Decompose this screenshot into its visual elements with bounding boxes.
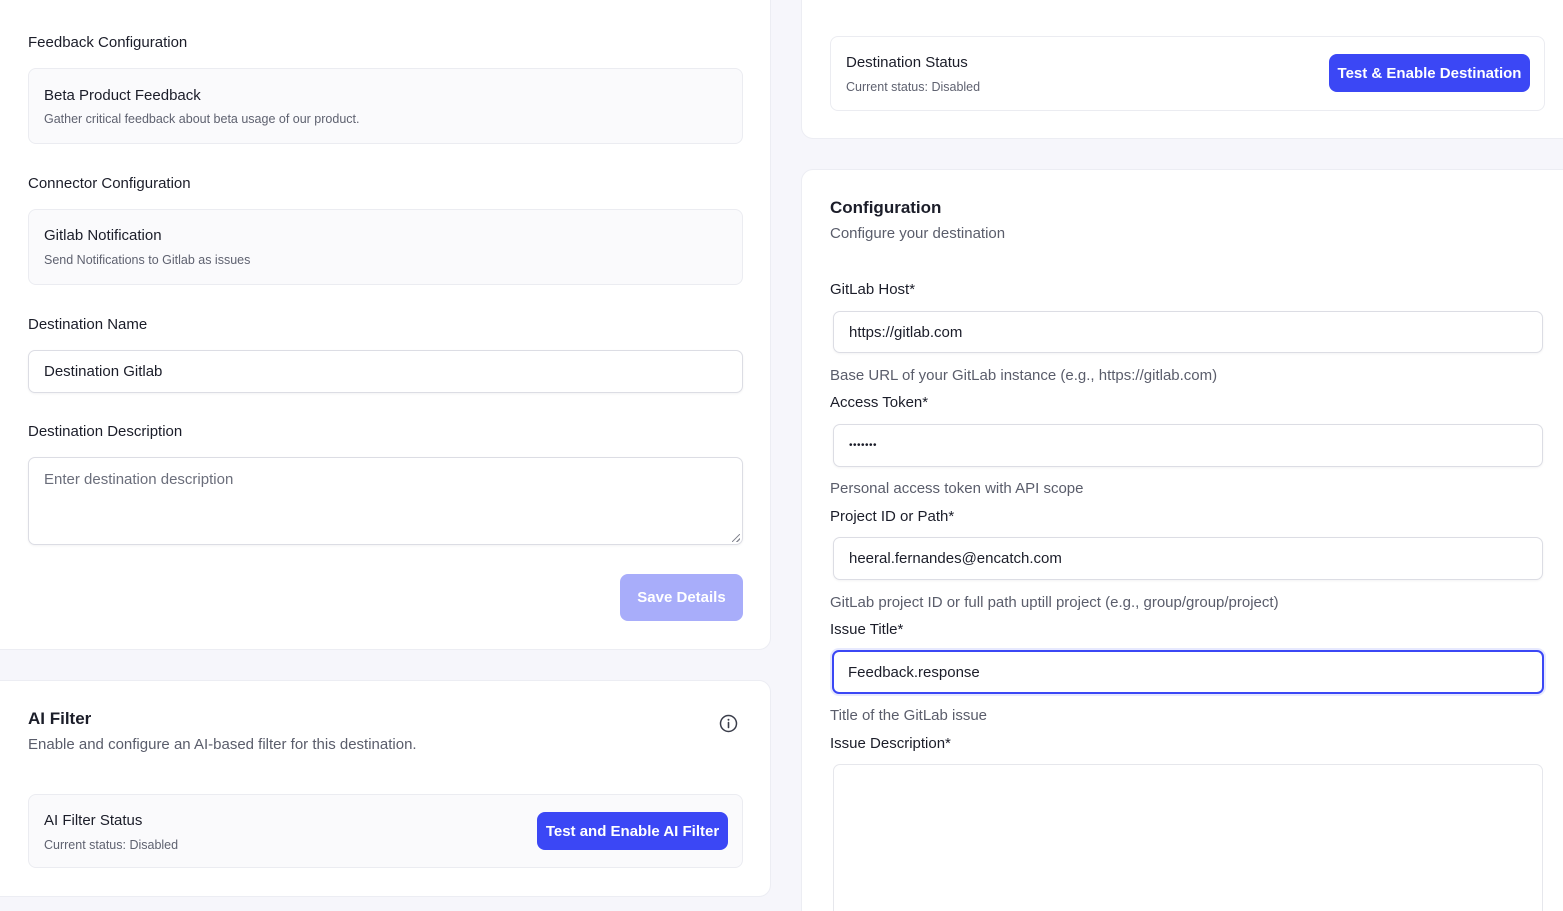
access-token-label: Access Token* xyxy=(830,394,929,411)
project-id-input[interactable]: heeral.fernandes@encatch.com xyxy=(833,537,1543,580)
save-details-button[interactable]: Save Details xyxy=(620,574,743,621)
issue-title-label: Issue Title* xyxy=(830,621,904,638)
access-token-input[interactable]: ••••••• xyxy=(833,424,1543,467)
connector-configuration-label: Connector Configuration xyxy=(28,175,191,192)
ai-filter-status-sub: Current status: Disabled xyxy=(44,838,179,852)
resize-handle[interactable] xyxy=(732,534,740,542)
feedback-subtitle: Gather critical feedback about beta usag… xyxy=(44,112,360,126)
destination-status-box: Destination Status Current status: Disab… xyxy=(830,36,1545,111)
feedback-configuration-label: Feedback Configuration xyxy=(28,34,188,51)
connector-title: Gitlab Notification xyxy=(44,227,162,244)
access-token-help: Personal access token with API scope xyxy=(830,480,1084,497)
test-enable-ai-filter-button[interactable]: Test and Enable AI Filter xyxy=(537,812,728,850)
issue-title-help: Title of the GitLab issue xyxy=(830,707,988,724)
ai-filter-status-box: AI Filter Status Current status: Disable… xyxy=(28,794,743,868)
test-enable-destination-button[interactable]: Test & Enable Destination xyxy=(1329,54,1530,92)
destination-description-textarea[interactable]: Enter destination description xyxy=(28,457,743,545)
destination-status-sub: Current status: Disabled xyxy=(846,80,981,94)
project-id-label: Project ID or Path* xyxy=(830,508,955,525)
feedback-configuration-box: Beta Product Feedback Gather critical fe… xyxy=(28,68,743,144)
ai-filter-title: AI Filter xyxy=(28,709,92,728)
gitlab-host-help: Base URL of your GitLab instance (e.g., … xyxy=(830,367,1218,384)
connector-configuration-box: Gitlab Notification Send Notifications t… xyxy=(28,209,743,285)
feedback-title: Beta Product Feedback xyxy=(44,87,201,104)
gitlab-host-value: https://gitlab.com xyxy=(849,323,963,341)
info-icon[interactable] xyxy=(719,714,738,733)
connector-subtitle: Send Notifications to Gitlab as issues xyxy=(44,253,251,267)
destination-name-input[interactable]: Destination Gitlab xyxy=(28,350,743,393)
gitlab-host-input[interactable]: https://gitlab.com xyxy=(833,311,1543,353)
access-token-value: ••••••• xyxy=(849,440,878,451)
destination-description-label: Destination Description xyxy=(28,423,183,440)
destination-status-title: Destination Status xyxy=(846,54,968,71)
configuration-subtitle: Configure your destination xyxy=(830,225,1006,242)
gitlab-host-label: GitLab Host* xyxy=(830,281,916,298)
issue-title-value: Feedback.response xyxy=(848,663,980,681)
project-id-help: GitLab project ID or full path uptill pr… xyxy=(830,594,1279,611)
configuration-title: Configuration xyxy=(830,198,942,217)
issue-description-textarea[interactable] xyxy=(833,764,1543,911)
destination-description-placeholder: Enter destination description xyxy=(44,471,234,488)
destination-name-label: Destination Name xyxy=(28,316,148,333)
project-id-value: heeral.fernandes@encatch.com xyxy=(849,550,1062,567)
issue-title-input[interactable]: Feedback.response xyxy=(832,650,1544,694)
ai-filter-subtitle: Enable and configure an AI-based filter … xyxy=(28,736,417,753)
ai-filter-status-title: AI Filter Status xyxy=(44,812,143,829)
destination-name-value: Destination Gitlab xyxy=(44,363,163,380)
issue-description-label: Issue Description* xyxy=(830,735,951,752)
